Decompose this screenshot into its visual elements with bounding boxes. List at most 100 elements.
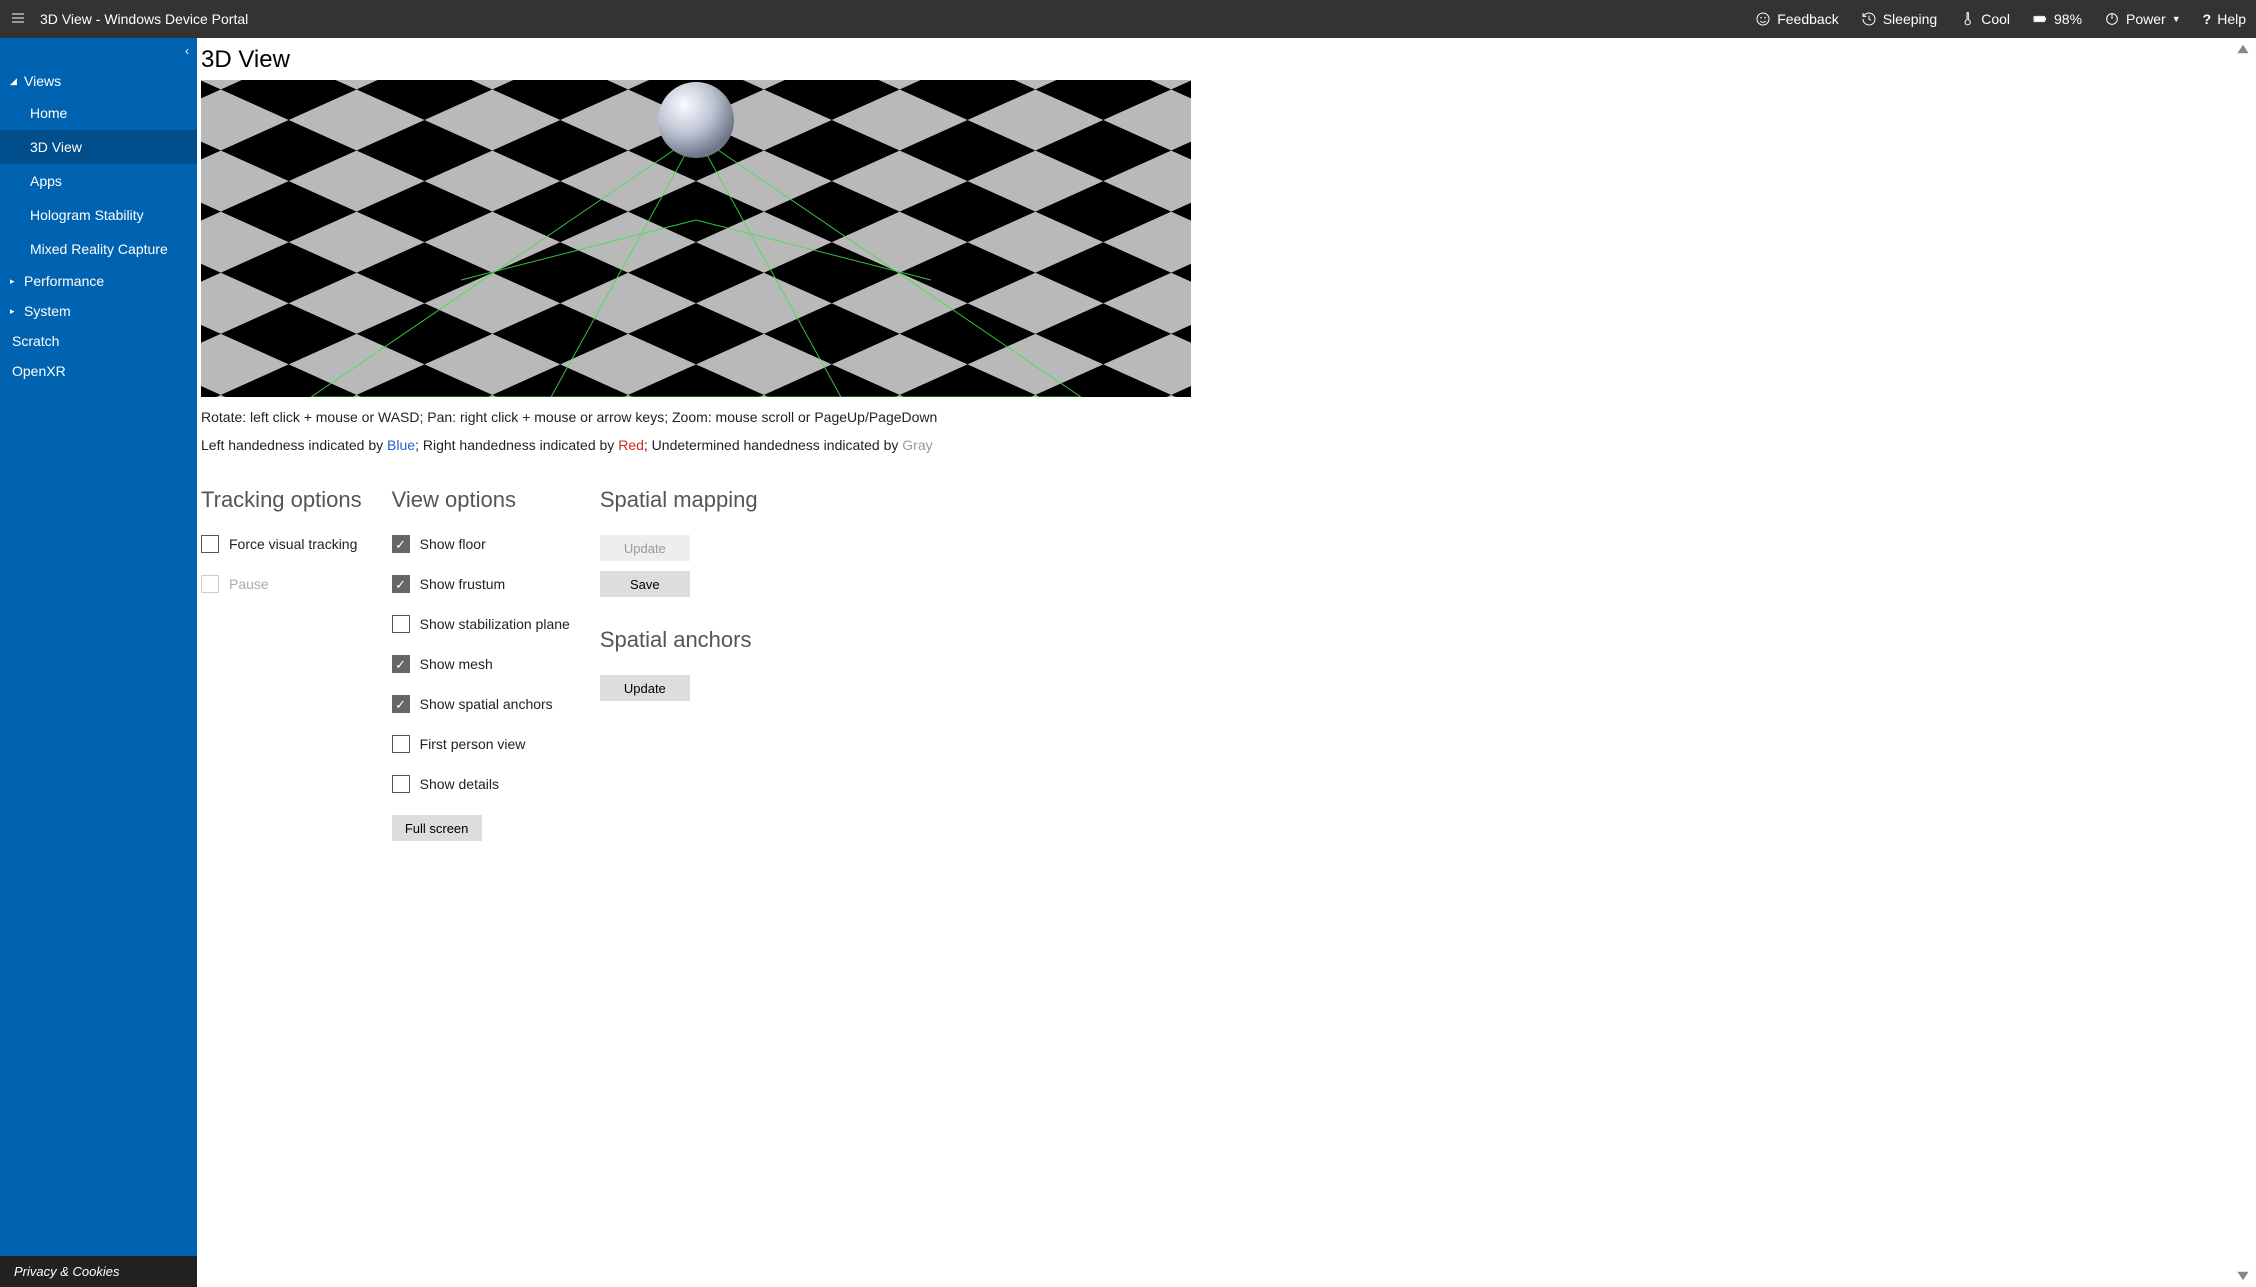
triangle-down-icon: ◢ (10, 76, 20, 87)
sidebar-group-system[interactable]: ▸ System (0, 296, 197, 326)
text: ; Undetermined handedness indicated by (644, 437, 902, 453)
spatial-mapping-save-button[interactable]: Save (600, 571, 690, 597)
text-blue: Blue (387, 437, 415, 453)
temp-status[interactable]: Cool (1959, 11, 2010, 27)
sidebar: ‹ ◢ Views Home 3D View Apps Hologram Sta… (0, 38, 197, 1287)
show-floor-checkbox[interactable] (392, 535, 410, 553)
section-heading: View options (392, 487, 570, 513)
thermometer-icon (1959, 11, 1975, 27)
top-bar: 3D View - Windows Device Portal Feedback… (0, 0, 2256, 38)
sidebar-group-label: Performance (24, 273, 104, 289)
sidebar-group-performance[interactable]: ▸ Performance (0, 266, 197, 296)
full-screen-button[interactable]: Full screen (392, 815, 482, 841)
battery-status[interactable]: 98% (2032, 11, 2082, 27)
power-menu[interactable]: Power ▼ (2104, 11, 2181, 27)
sidebar-item-home[interactable]: Home (0, 96, 197, 130)
triangle-right-icon: ▸ (10, 306, 20, 317)
spatial-mapping-update-button: Update (600, 535, 690, 561)
temp-label: Cool (1981, 11, 2010, 27)
show-frustum-checkbox[interactable] (392, 575, 410, 593)
sleep-label: Sleeping (1883, 11, 1938, 27)
chevron-down-icon: ▼ (2172, 14, 2181, 24)
sidebar-item-apps[interactable]: Apps (0, 164, 197, 198)
question-icon: ? (2203, 11, 2212, 27)
text-gray: Gray (902, 437, 932, 453)
sidebar-collapse-icon[interactable]: ‹ (185, 44, 189, 58)
status-area: Feedback Sleeping Cool 98% Power ▼ ? Hel… (1755, 11, 2246, 27)
spatial-column: Spatial mapping Update Save Spatial anch… (600, 487, 758, 851)
show-anchors-row: Show spatial anchors (392, 695, 570, 713)
power-icon (2104, 11, 2120, 27)
triangle-right-icon: ▸ (10, 276, 20, 287)
sidebar-group-label: Views (24, 73, 61, 89)
show-mesh-row: Show mesh (392, 655, 570, 673)
checkbox-label: Pause (229, 576, 269, 592)
sidebar-group-label: System (24, 303, 71, 319)
pause-checkbox (201, 575, 219, 593)
first-person-checkbox[interactable] (392, 735, 410, 753)
3d-viewport[interactable] (201, 80, 1191, 397)
show-floor-row: Show floor (392, 535, 570, 553)
checkbox-label: Show frustum (420, 576, 506, 592)
text: ; Right handedness indicated by (415, 437, 618, 453)
sidebar-item-label: Home (30, 105, 67, 121)
feedback-button[interactable]: Feedback (1755, 11, 1838, 27)
show-frustum-row: Show frustum (392, 575, 570, 593)
sidebar-item-label: Apps (30, 173, 62, 189)
checkbox-label: First person view (420, 736, 526, 752)
checkbox-label: Show details (420, 776, 499, 792)
sidebar-nav: ◢ Views Home 3D View Apps Hologram Stabi… (0, 38, 197, 1256)
checkbox-label: Show floor (420, 536, 486, 552)
checkbox-label: Show stabilization plane (420, 616, 570, 632)
battery-label: 98% (2054, 11, 2082, 27)
pause-row: Pause (201, 575, 362, 593)
sidebar-item-label: 3D View (30, 139, 82, 155)
text: Left handedness indicated by (201, 437, 387, 453)
power-label: Power (2126, 11, 2166, 27)
show-stab-checkbox[interactable] (392, 615, 410, 633)
help-label: Help (2217, 11, 2246, 27)
show-mesh-checkbox[interactable] (392, 655, 410, 673)
tracking-options: Tracking options Force visual tracking P… (201, 487, 362, 851)
smile-icon (1755, 11, 1771, 27)
sidebar-item-mrc[interactable]: Mixed Reality Capture (0, 232, 197, 266)
show-details-checkbox[interactable] (392, 775, 410, 793)
hamburger-icon[interactable] (10, 10, 26, 29)
sidebar-group-views[interactable]: ◢ Views (0, 66, 197, 96)
sidebar-item-hologram-stability[interactable]: Hologram Stability (0, 198, 197, 232)
privacy-label: Privacy & Cookies (14, 1264, 119, 1279)
text-red: Red (618, 437, 644, 453)
sidebar-item-label: Scratch (12, 333, 59, 349)
privacy-link[interactable]: Privacy & Cookies (0, 1256, 197, 1287)
main-content: 3D View (197, 38, 2256, 1287)
show-stab-row: Show stabilization plane (392, 615, 570, 633)
view-options: View options Show floor Show frustum Sho… (392, 487, 570, 851)
scroll-down-icon[interactable] (2236, 1269, 2250, 1283)
sleep-status[interactable]: Sleeping (1861, 11, 1938, 27)
help-button[interactable]: ? Help (2203, 11, 2246, 27)
sidebar-item-label: OpenXR (12, 363, 66, 379)
section-heading: Tracking options (201, 487, 362, 513)
feedback-label: Feedback (1777, 11, 1838, 27)
history-icon (1861, 11, 1877, 27)
sidebar-item-scratch[interactable]: Scratch (0, 326, 197, 356)
force-visual-tracking-checkbox[interactable] (201, 535, 219, 553)
section-heading: Spatial mapping (600, 487, 758, 513)
sidebar-item-openxr[interactable]: OpenXR (0, 356, 197, 386)
sidebar-item-label: Mixed Reality Capture (30, 241, 168, 257)
options-panel: Tracking options Force visual tracking P… (201, 487, 2252, 851)
force-visual-tracking-row: Force visual tracking (201, 535, 362, 553)
battery-icon (2032, 11, 2048, 27)
window-title: 3D View - Windows Device Portal (40, 11, 1755, 27)
first-person-row: First person view (392, 735, 570, 753)
sidebar-item-3dview[interactable]: 3D View (0, 130, 197, 164)
scroll-up-icon[interactable] (2236, 42, 2250, 56)
section-heading: Spatial anchors (600, 627, 758, 653)
checkbox-label: Show mesh (420, 656, 493, 672)
show-anchors-checkbox[interactable] (392, 695, 410, 713)
show-details-row: Show details (392, 775, 570, 793)
spatial-anchors-update-button[interactable]: Update (600, 675, 690, 701)
checkbox-label: Force visual tracking (229, 536, 357, 552)
handedness-help: Left handedness indicated by Blue; Right… (201, 437, 2252, 453)
controls-help: Rotate: left click + mouse or WASD; Pan:… (201, 409, 2252, 425)
